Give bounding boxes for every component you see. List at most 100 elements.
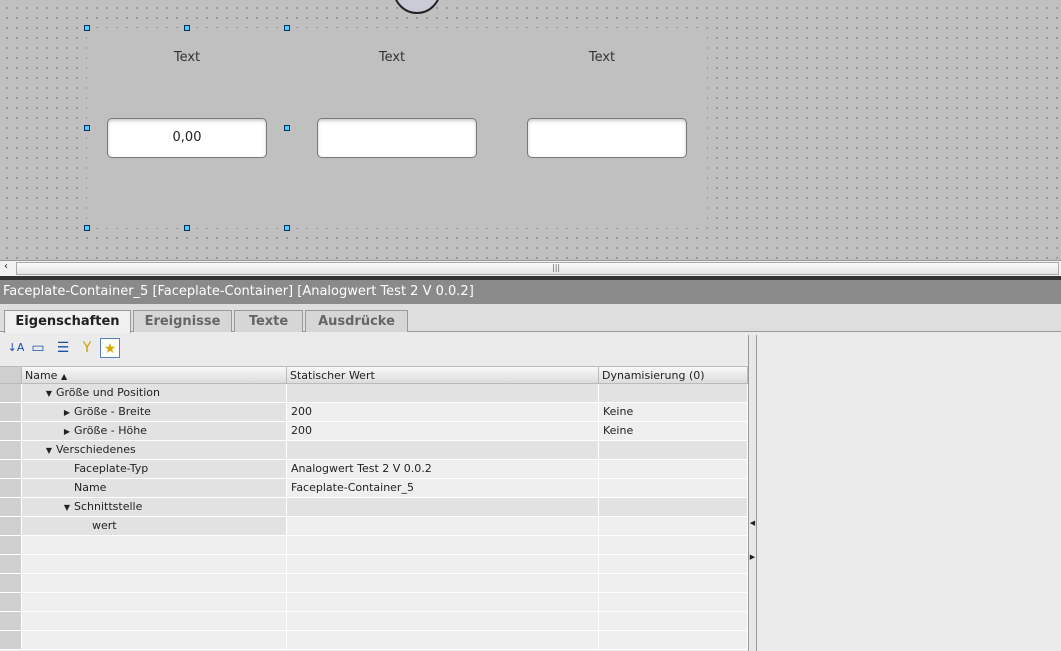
row-gutter bbox=[0, 403, 22, 421]
empty-cell bbox=[599, 631, 748, 649]
empty-row[interactable] bbox=[0, 574, 748, 593]
folder-icon[interactable]: ▭ bbox=[28, 338, 48, 358]
scroll-left-icon[interactable]: ‹ bbox=[4, 261, 8, 272]
inspector-title: Faceplate-Container_5 [Faceplate-Contain… bbox=[0, 280, 1061, 304]
faceplate-container-3[interactable]: Text bbox=[497, 28, 707, 228]
static-value[interactable] bbox=[287, 441, 599, 459]
table-row[interactable]: wert bbox=[0, 517, 748, 536]
selection-handle[interactable] bbox=[284, 25, 290, 31]
empty-cell bbox=[287, 593, 599, 611]
empty-cell bbox=[287, 536, 599, 554]
empty-row[interactable] bbox=[0, 612, 748, 631]
table-row[interactable]: Faceplate-Typ Analogwert Test 2 V 0.0.2 bbox=[0, 460, 748, 479]
empty-cell bbox=[599, 555, 748, 573]
faceplate-container-1[interactable]: Text 0,00 bbox=[87, 28, 287, 228]
tab-eigenschaften[interactable]: Eigenschaften bbox=[4, 310, 131, 333]
empty-row[interactable] bbox=[0, 593, 748, 612]
column-header-static-value[interactable]: Statischer Wert bbox=[287, 367, 599, 383]
collapse-triangle-icon[interactable]: ▶ bbox=[60, 423, 74, 440]
collapse-triangle-icon[interactable]: ▶ bbox=[60, 404, 74, 421]
scrollbar-thumb[interactable]: ||| bbox=[16, 262, 1059, 275]
column-header-name[interactable]: Name ▲ bbox=[22, 367, 287, 383]
selection-handle[interactable] bbox=[84, 25, 90, 31]
tab-ereignisse[interactable]: Ereignisse bbox=[133, 310, 232, 332]
selection-handle[interactable] bbox=[284, 125, 290, 131]
empty-row[interactable] bbox=[0, 555, 748, 574]
faceplate-label: Text bbox=[378, 50, 406, 65]
row-gutter bbox=[0, 517, 22, 535]
dynamization-value[interactable]: Keine bbox=[599, 422, 748, 440]
static-value[interactable]: 200 bbox=[287, 422, 599, 440]
dynamization-value[interactable] bbox=[599, 441, 748, 459]
sort-az-icon[interactable]: ↓A bbox=[6, 338, 26, 358]
properties-toolbar: ↓A ▭ ☰ Y ★ bbox=[0, 336, 748, 364]
table-row[interactable]: Name Faceplate-Container_5 bbox=[0, 479, 748, 498]
property-name: Name bbox=[22, 479, 287, 497]
table-row[interactable]: ▼ Größe und Position bbox=[0, 384, 748, 403]
empty-cell bbox=[22, 612, 287, 630]
empty-cell bbox=[287, 555, 599, 573]
expand-right-icon[interactable]: ▶ bbox=[749, 553, 756, 561]
property-name: ▼ Schnittstelle bbox=[22, 498, 287, 516]
collapse-left-icon[interactable]: ◀ bbox=[749, 519, 756, 527]
column-header-dynamization[interactable]: Dynamisierung (0) bbox=[599, 367, 748, 383]
dynamization-value[interactable] bbox=[599, 498, 748, 516]
horizontal-scrollbar[interactable]: ‹ ||| bbox=[0, 260, 1061, 276]
table-row[interactable]: ▼ Verschiedenes bbox=[0, 441, 748, 460]
row-gutter bbox=[0, 631, 22, 649]
empty-row[interactable] bbox=[0, 631, 748, 650]
expand-triangle-icon[interactable]: ▼ bbox=[42, 385, 56, 402]
table-row[interactable]: ▶ Größe - Höhe 200 Keine bbox=[0, 422, 748, 441]
static-value[interactable] bbox=[287, 517, 599, 535]
dynamization-value[interactable] bbox=[599, 517, 748, 535]
selection-handle[interactable] bbox=[184, 25, 190, 31]
faceplate-container-2[interactable]: Text bbox=[287, 28, 497, 228]
dynamization-value[interactable] bbox=[599, 479, 748, 497]
static-value[interactable] bbox=[287, 384, 599, 402]
sort-ascending-icon: ▲ bbox=[60, 372, 68, 381]
row-gutter bbox=[0, 384, 22, 402]
static-value[interactable]: Analogwert Test 2 V 0.0.2 bbox=[287, 460, 599, 478]
selection-handle[interactable] bbox=[184, 225, 190, 231]
property-name: ▶ Größe - Breite bbox=[22, 403, 287, 421]
table-row[interactable]: ▶ Größe - Breite 200 Keine bbox=[0, 403, 748, 422]
circle-object[interactable] bbox=[393, 0, 441, 14]
expand-triangle-icon[interactable]: ▼ bbox=[42, 442, 56, 459]
empty-row[interactable] bbox=[0, 536, 748, 555]
properties-table: Name ▲ Statischer Wert Dynamisierung (0)… bbox=[0, 366, 748, 650]
empty-cell bbox=[22, 631, 287, 649]
faceplate-io-field[interactable] bbox=[527, 118, 687, 158]
selection-handle[interactable] bbox=[84, 125, 90, 131]
faceplate-io-field[interactable]: 0,00 bbox=[107, 118, 267, 158]
selection-handle[interactable] bbox=[84, 225, 90, 231]
empty-cell bbox=[22, 593, 287, 611]
empty-cell bbox=[22, 536, 287, 554]
static-value[interactable] bbox=[287, 498, 599, 516]
dynamization-value[interactable] bbox=[599, 460, 748, 478]
empty-cell bbox=[599, 574, 748, 592]
tab-texte[interactable]: Texte bbox=[234, 310, 303, 332]
faceplate-io-field[interactable] bbox=[317, 118, 477, 158]
dynamization-value[interactable]: Keine bbox=[599, 403, 748, 421]
screen-canvas[interactable]: Text 0,00 Text Text bbox=[0, 0, 1061, 260]
expand-triangle-icon[interactable]: ▼ bbox=[60, 499, 74, 516]
table-row[interactable]: ▼ Schnittstelle bbox=[0, 498, 748, 517]
filter-icon[interactable]: Y bbox=[77, 338, 97, 358]
panel-splitter[interactable]: ◀ ▶ bbox=[748, 335, 757, 651]
dynamization-value[interactable] bbox=[599, 384, 748, 402]
empty-cell bbox=[599, 593, 748, 611]
row-gutter bbox=[0, 498, 22, 516]
tab-ausdruecke[interactable]: Ausdrücke bbox=[305, 310, 408, 332]
selection-handle[interactable] bbox=[284, 225, 290, 231]
property-name: ▶ Größe - Höhe bbox=[22, 422, 287, 440]
tree-list-icon[interactable]: ☰ bbox=[53, 338, 73, 358]
static-value[interactable]: Faceplate-Container_5 bbox=[287, 479, 599, 497]
table-header: Name ▲ Statischer Wert Dynamisierung (0) bbox=[0, 366, 748, 384]
row-gutter bbox=[0, 441, 22, 459]
static-value[interactable]: 200 bbox=[287, 403, 599, 421]
empty-cell bbox=[599, 612, 748, 630]
favorites-star-icon[interactable]: ★ bbox=[100, 338, 120, 358]
empty-cell bbox=[287, 612, 599, 630]
empty-cell bbox=[287, 574, 599, 592]
faceplate-label: Text bbox=[588, 50, 616, 65]
